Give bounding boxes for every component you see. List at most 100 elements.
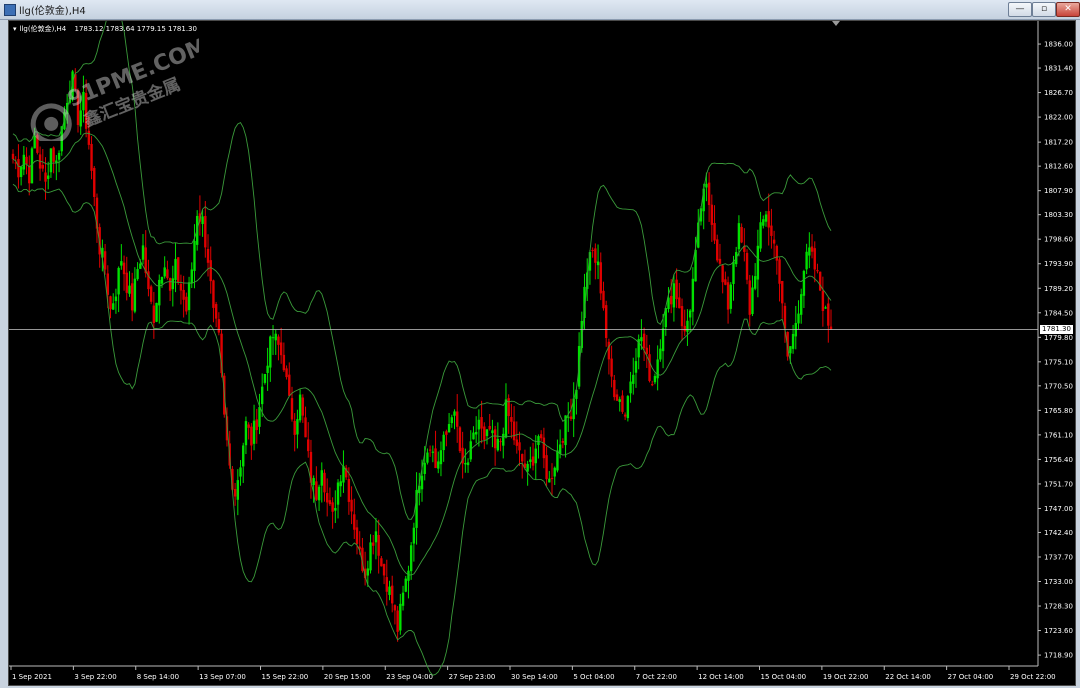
candle-body (659, 348, 662, 360)
price-tick-label: 1812.60 (1044, 163, 1073, 171)
candle-body (648, 354, 651, 382)
candle-body (87, 130, 91, 145)
price-tick-label: 1770.50 (1044, 382, 1073, 390)
candle-body (550, 478, 554, 480)
price-tick-label: 1826.70 (1044, 89, 1073, 97)
time-tick-label: 1 Sep 2021 (12, 673, 52, 681)
candle-body (710, 204, 714, 225)
price-tick-label: 1831.40 (1044, 65, 1073, 73)
candle-body (661, 328, 665, 352)
price-chart[interactable]: 1836.00 1831.40 1826.70 1822.00 1817.20 1812.… (8, 20, 1076, 686)
candle-body (829, 326, 833, 330)
candle-body (266, 365, 269, 373)
candle-body (282, 354, 286, 371)
candle-body (542, 437, 546, 459)
candle-body (764, 214, 768, 222)
candle-body (298, 394, 302, 421)
candle-body (629, 381, 632, 394)
chart-header: ▾ llg(伦敦金),H4 1783.12 1783.64 1779.15 178… (13, 24, 197, 34)
candle-body (380, 558, 383, 567)
candle-body (642, 333, 646, 349)
candle-body (366, 568, 370, 576)
candle-body (404, 578, 407, 592)
candle-body (33, 136, 36, 149)
candle-body (539, 434, 543, 439)
candle-body (247, 424, 250, 428)
candle-body (726, 282, 730, 310)
candle-body (656, 359, 659, 379)
candle-body (526, 463, 529, 472)
candle-body (103, 251, 107, 270)
candle-body (158, 279, 161, 306)
candle-body (821, 291, 825, 311)
chart-shift-marker-icon[interactable] (832, 21, 840, 26)
price-tick-label: 1775.10 (1044, 358, 1073, 366)
candle-body (209, 260, 212, 282)
candle-body (567, 416, 570, 418)
candle-body (312, 478, 315, 486)
symbol-label: llg(伦敦金),H4 (19, 25, 67, 33)
candle-body (342, 466, 345, 483)
close-button[interactable]: ✕ (1056, 2, 1080, 17)
candle-body (331, 502, 334, 512)
candle-body (529, 459, 532, 462)
candle-body (396, 610, 399, 632)
candle-body (136, 269, 139, 280)
candle-body (718, 258, 722, 264)
price-tick-label: 1779.80 (1044, 334, 1073, 342)
candle-body (171, 278, 175, 290)
candle-body (548, 478, 551, 483)
candle-body (369, 542, 372, 571)
minimize-button[interactable]: — (1008, 2, 1032, 17)
candle-body (493, 429, 497, 449)
time-tick-label: 30 Sep 14:00 (511, 673, 558, 681)
candle-body (177, 257, 180, 283)
candle-body (152, 305, 156, 323)
candle-body (800, 294, 803, 315)
maximize-button[interactable]: ▫ (1032, 2, 1056, 17)
candle-body (778, 259, 781, 284)
candle-body (534, 448, 537, 464)
candle-body (185, 296, 188, 312)
candle-body (745, 252, 749, 280)
candle-body (716, 239, 719, 261)
candle-body (296, 419, 299, 435)
time-tick-label: 8 Sep 14:00 (137, 673, 179, 681)
price-tick-label: 1737.70 (1044, 553, 1073, 561)
candle-body (420, 475, 424, 490)
candle-body (269, 336, 272, 368)
candle-body (789, 346, 792, 354)
candle-body (634, 361, 638, 373)
candle-body (166, 269, 169, 279)
candle-body (76, 90, 80, 126)
chart-canvas[interactable]: 1836.00 1831.40 1826.70 1822.00 1817.20 1812.… (9, 21, 1075, 685)
candle-body (109, 296, 112, 310)
candle-body (17, 159, 20, 178)
price-tick-label: 1822.00 (1044, 114, 1073, 122)
candle-body (28, 166, 31, 184)
candle-body (339, 481, 342, 487)
price-tick-label: 1817.20 (1044, 139, 1073, 147)
candle-body (204, 215, 207, 248)
candle-body (49, 148, 53, 173)
candle-body (79, 110, 82, 127)
candle-body (705, 183, 708, 188)
candle-body (442, 434, 445, 451)
candle-body (510, 417, 513, 422)
candle-body (374, 531, 378, 543)
candle-body (762, 219, 765, 226)
candle-body (680, 306, 684, 327)
candle-body (472, 432, 475, 440)
candle-body (372, 542, 375, 546)
price-tick-label: 1723.60 (1044, 627, 1073, 635)
candle-body (651, 384, 654, 386)
collapse-triangle-icon[interactable]: ▾ (13, 25, 17, 33)
candle-body (813, 248, 816, 270)
candle-body (290, 398, 294, 420)
candle-body (325, 493, 329, 503)
time-tick-label: 7 Oct 22:00 (636, 673, 677, 681)
title-bar[interactable]: llg(伦敦金),H4 — ▫ ✕ (0, 0, 1080, 20)
candle-body (393, 605, 397, 611)
window-title: llg(伦敦金),H4 (19, 6, 86, 17)
candle-body (640, 337, 643, 342)
